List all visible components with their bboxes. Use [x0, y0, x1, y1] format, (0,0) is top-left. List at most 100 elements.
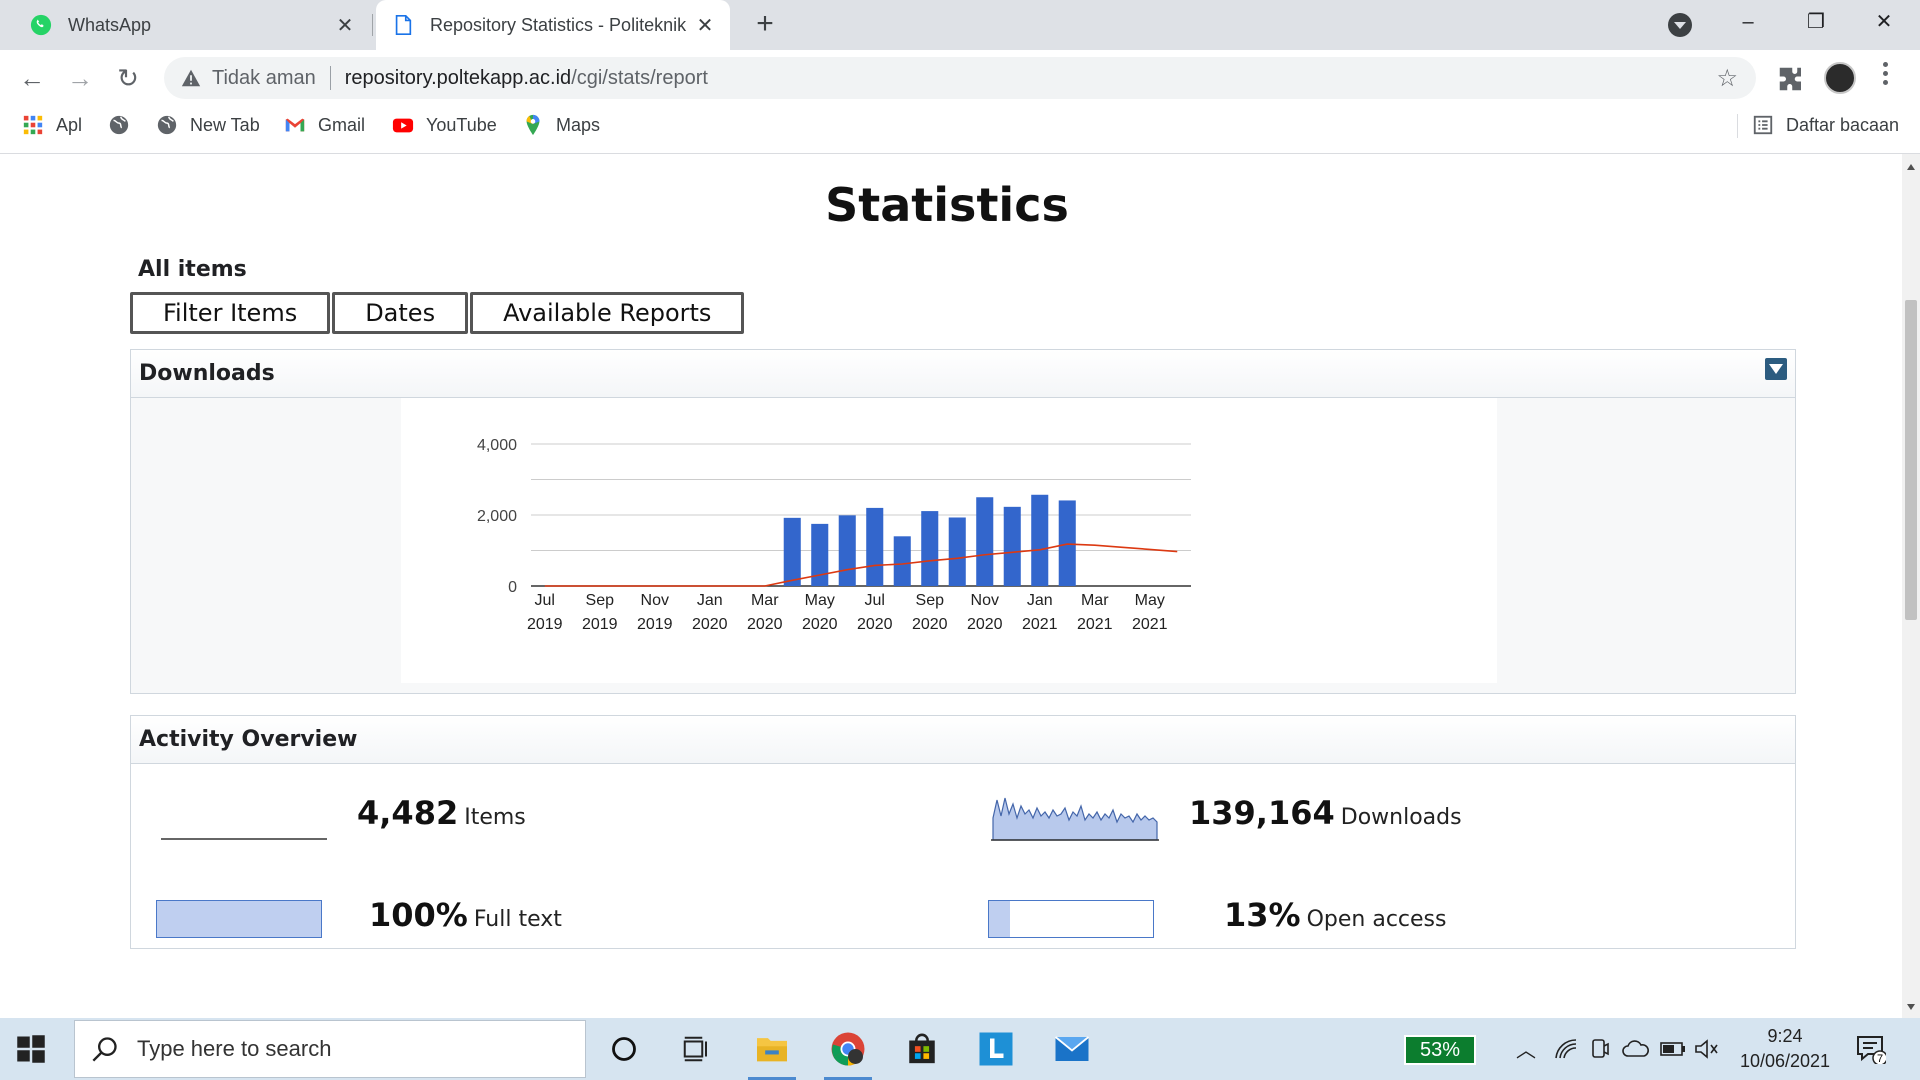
download-bar: [866, 507, 884, 586]
wifi-icon[interactable]: [1554, 1038, 1578, 1060]
browser-menu-icon[interactable]: [1880, 62, 1890, 92]
task-view-button[interactable]: [668, 1024, 724, 1074]
browser-toolbar: ← → ↻ Tidak aman repository.poltekapp.ac…: [0, 50, 1920, 106]
x-tick-label: Nov: [641, 592, 669, 609]
reading-list-button[interactable]: Daftar bacaan: [1752, 106, 1899, 144]
close-tab-icon[interactable]: ✕: [328, 13, 362, 38]
close-window-icon[interactable]: ✕: [1854, 0, 1914, 44]
globe-icon: [157, 115, 177, 135]
tab-title: Repository Statistics - Politeknik Aceh: [430, 14, 688, 35]
x-tick-label: 2020: [967, 616, 1003, 633]
bookmark-globe[interactable]: [108, 106, 142, 144]
download-bar: [838, 515, 856, 586]
clock-time: 9:24: [1767, 1026, 1803, 1046]
x-tick-label: 2020: [747, 616, 783, 633]
onedrive-cloud-icon[interactable]: [1622, 1040, 1650, 1058]
dates-button[interactable]: Dates: [332, 292, 469, 334]
bookmark-star-icon[interactable]: ☆: [1716, 64, 1738, 93]
downloads-stat: 139,164 Downloads: [1189, 794, 1462, 832]
battery-icon[interactable]: [1660, 1041, 1686, 1057]
notification-count: 7: [1877, 1053, 1883, 1064]
x-tick-label: Jul: [865, 592, 885, 609]
bookmarks-divider: [1737, 114, 1738, 138]
globe-icon: [109, 115, 129, 135]
lync-app-button[interactable]: [968, 1024, 1024, 1074]
tab-title: WhatsApp: [68, 14, 152, 35]
scroll-down-arrow-icon[interactable]: [1907, 1004, 1915, 1010]
x-tick-label: 2021: [1022, 616, 1058, 633]
chrome-button[interactable]: [820, 1024, 876, 1080]
address-divider: [329, 66, 331, 90]
x-tick-label: 2019: [582, 616, 618, 633]
open-access-meter: [988, 900, 1154, 938]
download-bar: [1031, 494, 1049, 586]
task-view-icon: [683, 1036, 707, 1062]
mail-button[interactable]: [1044, 1024, 1100, 1074]
download-bar: [948, 517, 966, 586]
bookmark-new-tab[interactable]: New Tab: [156, 106, 260, 144]
windows-start-icon[interactable]: [16, 1034, 46, 1064]
downloads-label: Downloads: [1340, 805, 1462, 830]
meet-now-icon[interactable]: [1590, 1038, 1610, 1060]
downloads-sparkline: [963, 778, 1187, 852]
restore-icon[interactable]: ❐: [1786, 0, 1846, 44]
url-path: /cgi/stats/report: [571, 66, 708, 89]
download-bar: [783, 517, 801, 586]
security-label[interactable]: Tidak aman: [212, 67, 316, 90]
x-tick-label: 2020: [802, 616, 838, 633]
action-center-icon[interactable]: 7: [1856, 1034, 1886, 1064]
scope-heading: All items: [138, 257, 247, 282]
scrollbar-thumb[interactable]: [1905, 300, 1917, 620]
taskbar-search-box[interactable]: Type here to search: [74, 1020, 586, 1078]
close-tab-icon[interactable]: ✕: [688, 13, 722, 38]
bookmark-label: Maps: [556, 114, 601, 135]
bookmark-youtube[interactable]: YouTube: [392, 106, 497, 144]
profile-avatar[interactable]: [1824, 62, 1856, 94]
extensions-puzzle-icon[interactable]: [1776, 64, 1806, 94]
collapse-toggle-icon[interactable]: [1765, 358, 1787, 380]
x-tick-label: Jul: [535, 592, 555, 609]
x-tick-label: May: [805, 592, 835, 609]
bookmark-label: Apl: [56, 114, 83, 135]
full-text-meter-fill: [157, 901, 321, 937]
forward-arrow-icon[interactable]: →: [60, 58, 100, 98]
bookmark-maps[interactable]: Maps: [522, 106, 600, 144]
page-scrollbar[interactable]: [1902, 154, 1920, 1018]
system-clock[interactable]: 9:24 10/06/2021: [1730, 1024, 1840, 1074]
file-explorer-folder-icon: [757, 1038, 787, 1062]
windows-taskbar: Type here to search 53% ︿ 9:24 10/06/202…: [0, 1018, 1920, 1080]
x-tick-label: 2021: [1132, 616, 1168, 633]
document-icon: [395, 15, 412, 35]
downloads-chart: 0 2,000 4,000 Jul 2019 Sep 2019 Nov 2019 Jan 2020 M…: [477, 437, 1191, 633]
cortana-circle-icon: [612, 1037, 636, 1061]
show-hidden-icons-chevron-icon[interactable]: ︿: [1516, 1034, 1536, 1063]
download-bar: [1058, 500, 1076, 586]
tab-whatsapp[interactable]: WhatsApp ✕: [0, 0, 370, 50]
x-tick-label: 2019: [637, 616, 673, 633]
reading-list-icon: [1753, 115, 1773, 135]
x-tick-label: Mar: [1081, 592, 1109, 609]
bookmark-label: YouTube: [426, 114, 497, 135]
bookmark-apps[interactable]: Apl: [22, 106, 82, 144]
file-explorer-button[interactable]: [744, 1024, 800, 1080]
scroll-up-arrow-icon[interactable]: [1907, 164, 1915, 170]
y-tick-label: 4,000: [477, 437, 517, 454]
warning-triangle-icon: [181, 69, 201, 87]
available-reports-button[interactable]: Available Reports: [470, 292, 745, 334]
volume-muted-icon[interactable]: [1694, 1038, 1720, 1060]
tab-repository-statistics[interactable]: Repository Statistics - Politeknik Aceh …: [376, 0, 730, 50]
open-access-label: Open access: [1306, 907, 1447, 932]
downloads-panel: Downloads 0 2,000 4,000 Jul 2019 Sep 2019 Nov 20…: [130, 349, 1796, 694]
tab-search-icon[interactable]: [1668, 13, 1692, 37]
filter-items-button[interactable]: Filter Items: [130, 292, 331, 334]
chrome-icon: [831, 1032, 865, 1066]
back-arrow-icon[interactable]: ←: [12, 58, 52, 98]
store-button[interactable]: [894, 1024, 950, 1074]
reload-icon[interactable]: ↻: [108, 58, 148, 98]
items-sparkline: [133, 778, 357, 852]
address-bar[interactable]: Tidak aman repository.poltekapp.ac.id/cg…: [164, 57, 1756, 99]
cortana-button[interactable]: [596, 1024, 652, 1074]
new-tab-button[interactable]: +: [748, 8, 782, 42]
bookmark-gmail[interactable]: Gmail: [284, 106, 365, 144]
minimize-icon[interactable]: –: [1718, 0, 1778, 44]
